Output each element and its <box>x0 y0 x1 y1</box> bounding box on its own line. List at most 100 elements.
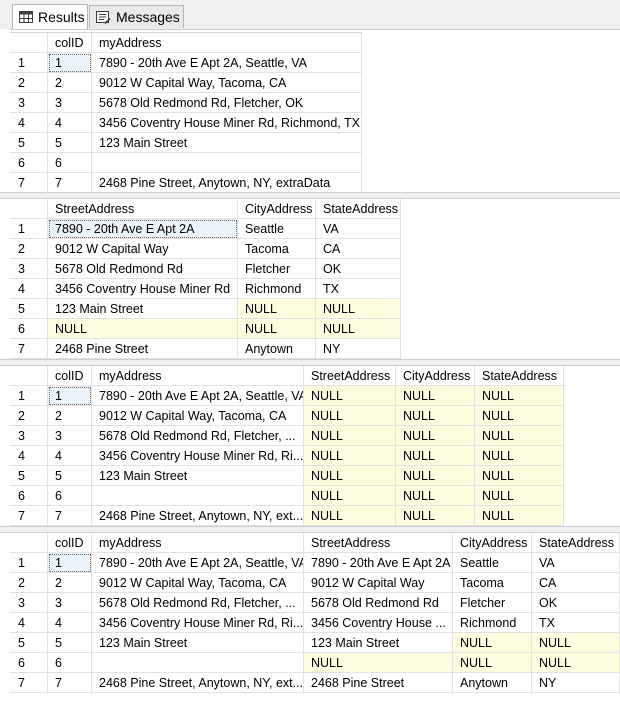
table-cell[interactable]: 9012 W Capital Way, Tacoma, CA <box>92 573 304 593</box>
table-cell[interactable]: 3456 Coventry House Miner Rd, Ri... <box>92 446 304 466</box>
table-cell[interactable]: 3456 Coventry House Miner Rd <box>48 279 238 299</box>
table-cell[interactable] <box>92 153 362 173</box>
table-cell[interactable]: NULL <box>396 426 475 446</box>
column-header-cityaddress[interactable]: CityAddress <box>238 199 316 219</box>
table-cell[interactable]: 5678 Old Redmond Rd <box>48 259 238 279</box>
table-row[interactable]: 4 4 3456 Coventry House Miner Rd, Richmond… <box>10 113 362 133</box>
row-number[interactable]: 1 <box>10 386 48 406</box>
table-cell[interactable]: CA <box>316 239 401 259</box>
table-cell[interactable]: NULL <box>475 406 564 426</box>
table-cell[interactable]: 4 <box>48 113 92 133</box>
table-cell[interactable]: 1 <box>48 53 92 73</box>
table-row[interactable]: 4 3456 Coventry House Miner Rd Richmond TX <box>10 279 401 299</box>
table-row[interactable]: 3 3 5678 Old Redmond Rd, Fletcher, ... NULL… <box>10 426 564 446</box>
table-cell[interactable]: 7890 - 20th Ave E Apt 2A, Seattle, VA <box>92 53 362 73</box>
table-cell[interactable]: Seattle <box>238 219 316 239</box>
table-cell[interactable]: NULL <box>396 486 475 506</box>
row-number[interactable]: 2 <box>10 573 48 593</box>
table-cell[interactable]: NULL <box>475 446 564 466</box>
table-cell[interactable]: TX <box>532 613 620 633</box>
table-row[interactable]: 3 3 5678 Old Redmond Rd, Fletcher, ... 5678… <box>10 593 620 613</box>
table-cell[interactable]: NULL <box>304 653 453 673</box>
column-header-cityaddress[interactable]: CityAddress <box>396 366 475 386</box>
column-header-cityaddress[interactable]: CityAddress <box>453 533 532 553</box>
table-cell[interactable]: NULL <box>396 466 475 486</box>
table-row[interactable]: 3 3 5678 Old Redmond Rd, Fletcher, OK <box>10 93 362 113</box>
table-cell[interactable]: 7890 - 20th Ave E Apt 2A <box>48 219 238 239</box>
row-number[interactable]: 4 <box>10 446 48 466</box>
table-cell[interactable]: 5678 Old Redmond Rd, Fletcher, ... <box>92 593 304 613</box>
row-number[interactable]: 2 <box>10 73 48 93</box>
table-row[interactable]: 7 7 2468 Pine Street, Anytown, NY, ext... 2… <box>10 673 620 693</box>
table-row[interactable]: 5 5 123 Main Street <box>10 133 362 153</box>
table-cell[interactable]: 3 <box>48 426 92 446</box>
select-all-corner[interactable] <box>10 199 48 219</box>
row-number[interactable]: 3 <box>10 259 48 279</box>
messages-tab[interactable]: Messages <box>89 5 184 28</box>
table-cell[interactable]: NULL <box>304 446 396 466</box>
table-cell[interactable]: NULL <box>475 506 564 526</box>
table-cell[interactable]: Richmond <box>238 279 316 299</box>
row-number[interactable]: 3 <box>10 593 48 613</box>
table-row[interactable]: 7 7 2468 Pine Street, Anytown, NY, ext... N… <box>10 506 564 526</box>
table-cell[interactable]: 3 <box>48 93 92 113</box>
row-number[interactable]: 1 <box>10 53 48 73</box>
table-cell[interactable]: NULL <box>453 633 532 653</box>
table-cell[interactable]: NULL <box>532 633 620 653</box>
table-cell[interactable]: 2468 Pine Street, Anytown, NY, ext... <box>92 673 304 693</box>
table-cell[interactable]: 2468 Pine Street <box>48 339 238 359</box>
table-cell[interactable]: VA <box>532 553 620 573</box>
table-row[interactable]: 2 2 9012 W Capital Way, Tacoma, CA 9012 W C… <box>10 573 620 593</box>
table-cell[interactable]: 2 <box>48 573 92 593</box>
column-header-stateaddress[interactable]: StateAddress <box>316 199 401 219</box>
table-cell[interactable]: 1 <box>48 386 92 406</box>
table-cell[interactable]: 1 <box>48 553 92 573</box>
table-row[interactable]: 4 4 3456 Coventry House Miner Rd, Ri... 345… <box>10 613 620 633</box>
table-cell[interactable]: OK <box>532 593 620 613</box>
table-row[interactable]: 66 <box>10 153 362 173</box>
column-header-myaddress[interactable]: myAddress <box>92 33 362 53</box>
table-cell[interactable]: 9012 W Capital Way <box>304 573 453 593</box>
table-cell[interactable]: NULL <box>304 466 396 486</box>
table-cell[interactable]: 9012 W Capital Way, Tacoma, CA <box>92 406 304 426</box>
table-cell[interactable]: Tacoma <box>453 573 532 593</box>
table-cell[interactable]: 5 <box>48 633 92 653</box>
table-row[interactable]: 6 6 NULL NULL NULL <box>10 653 620 673</box>
table-cell[interactable] <box>92 486 304 506</box>
row-number[interactable]: 2 <box>10 406 48 426</box>
table-cell[interactable]: NULL <box>475 426 564 446</box>
table-row[interactable]: 7 2468 Pine Street Anytown NY <box>10 339 401 359</box>
table-row[interactable]: 4 4 3456 Coventry House Miner Rd, Ri... NUL… <box>10 446 564 466</box>
table-cell[interactable]: Seattle <box>453 553 532 573</box>
table-cell[interactable]: 5678 Old Redmond Rd, Fletcher, OK <box>92 93 362 113</box>
table-cell[interactable]: NULL <box>316 319 401 339</box>
table-cell[interactable]: 2 <box>48 73 92 93</box>
table-cell[interactable]: 7 <box>48 506 92 526</box>
column-header-colid[interactable]: colID <box>48 366 92 386</box>
row-number[interactable]: 4 <box>10 613 48 633</box>
table-row[interactable]: 1 1 7890 - 20th Ave E Apt 2A, Seattle, VA 7… <box>10 553 620 573</box>
table-cell[interactable]: NULL <box>396 406 475 426</box>
table-cell[interactable]: 2468 Pine Street, Anytown, NY, ext... <box>92 506 304 526</box>
table-cell[interactable]: NULL <box>304 486 396 506</box>
table-cell[interactable]: NULL <box>532 653 620 673</box>
table-cell[interactable]: 3 <box>48 593 92 613</box>
table-cell[interactable]: NY <box>316 339 401 359</box>
column-header-stateaddress[interactable]: StateAddress <box>475 366 564 386</box>
row-number[interactable]: 6 <box>10 319 48 339</box>
table-cell[interactable]: VA <box>316 219 401 239</box>
table-cell[interactable]: 123 Main Street <box>48 299 238 319</box>
row-number[interactable]: 6 <box>10 153 48 173</box>
row-number[interactable]: 7 <box>10 673 48 693</box>
table-row[interactable]: 2 2 9012 W Capital Way, Tacoma, CA <box>10 73 362 93</box>
table-cell[interactable]: 3456 Coventry House ... <box>304 613 453 633</box>
select-all-corner[interactable] <box>10 366 48 386</box>
table-cell[interactable]: 6 <box>48 153 92 173</box>
table-cell[interactable]: NULL <box>238 299 316 319</box>
table-cell[interactable]: 123 Main Street <box>92 466 304 486</box>
row-number[interactable]: 7 <box>10 339 48 359</box>
table-cell[interactable]: 123 Main Street <box>304 633 453 653</box>
table-cell[interactable]: 6 <box>48 486 92 506</box>
table-cell[interactable]: NULL <box>304 406 396 426</box>
table-cell[interactable]: 2468 Pine Street, Anytown, NY, extraData <box>92 173 362 193</box>
